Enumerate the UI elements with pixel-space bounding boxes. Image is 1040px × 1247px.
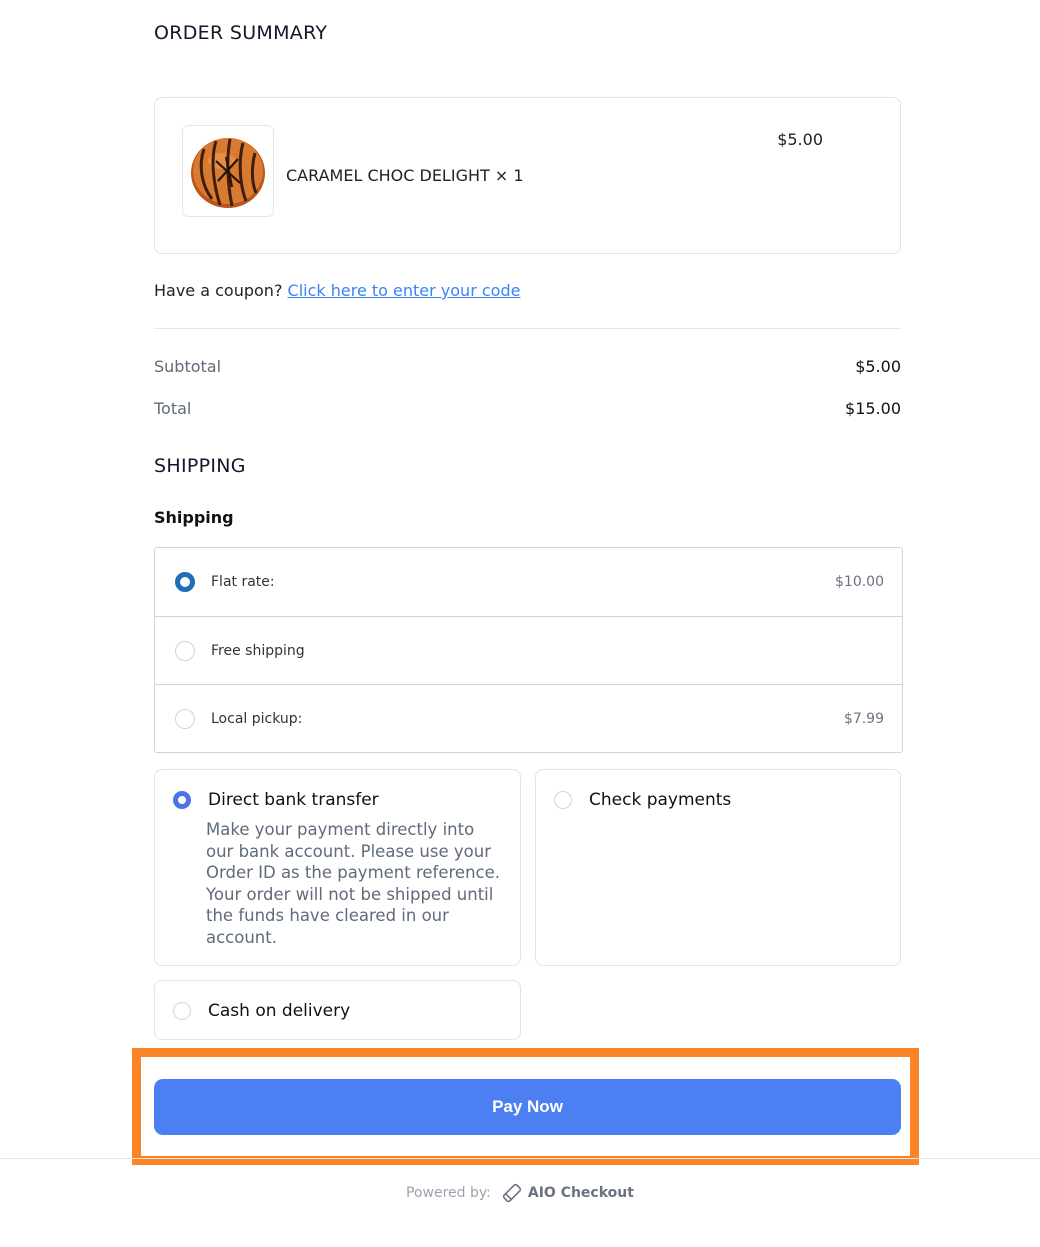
coupon-link[interactable]: Click here to enter your code [288,281,521,300]
radio-unselected[interactable] [175,640,195,661]
radio-unselected[interactable] [175,708,195,729]
shipping-option-local-pickup[interactable]: Local pickup: $7.99 [155,684,902,752]
total-row: Total $15.00 [154,399,901,418]
subtotal-value: $5.00 [855,357,901,376]
shipping-option-price: $10.00 [835,574,884,590]
powered-by-label: Powered by: [406,1185,491,1201]
payment-method-name: Check payments [589,790,732,810]
shipping-subtitle: Shipping [154,508,234,527]
cart-item-price: $5.00 [777,130,823,149]
shipping-title: SHIPPING [154,455,246,477]
payment-method-check[interactable]: Check payments [535,769,901,966]
payment-method-name: Direct bank transfer [208,790,379,810]
pay-now-button[interactable]: Pay Now [154,1079,901,1135]
payment-method-bank-transfer[interactable]: Direct bank transfer Make your payment d… [154,769,521,966]
divider [154,328,901,329]
subtotal-row: Subtotal $5.00 [154,357,901,376]
payment-method-name: Cash on delivery [208,1001,351,1021]
coupon-row: Have a coupon? Click here to enter your … [154,281,520,300]
total-label: Total [154,399,192,418]
payment-method-cod[interactable]: Cash on delivery [154,980,521,1040]
brand-name: AIO Checkout [527,1185,634,1201]
radio-unselected[interactable] [554,791,572,809]
radio-selected[interactable] [175,572,195,592]
radio-unselected[interactable] [173,1002,191,1020]
order-summary-title: ORDER SUMMARY [154,22,328,44]
shipping-option-flat-rate[interactable]: Flat rate: $10.00 [155,548,902,616]
payment-method-description: Make your payment directly into our bank… [206,820,501,947]
coupon-prompt: Have a coupon? [154,281,283,300]
footer: Powered by: AIO Checkout [0,1182,1040,1204]
subtotal-label: Subtotal [154,357,222,376]
shipping-option-free[interactable]: Free shipping [155,616,902,684]
footer-divider [0,1158,1040,1159]
cart-item-card: CARAMEL CHOC DELIGHT × 1 $5.00 [154,97,901,254]
shipping-option-label: Flat rate: [211,574,275,590]
cart-item-name: CARAMEL CHOC DELIGHT × 1 [286,166,524,185]
shipping-option-price: $7.99 [843,710,884,727]
radio-selected[interactable] [173,791,191,809]
shipping-option-label: Local pickup: [211,710,303,727]
aio-logo-icon [502,1183,522,1203]
total-value: $15.00 [845,399,901,418]
donut-icon [191,138,265,208]
product-thumbnail [182,125,274,217]
shipping-option-label: Free shipping [211,642,305,659]
shipping-options: Flat rate: $10.00 Free shipping Local pi… [154,547,903,753]
